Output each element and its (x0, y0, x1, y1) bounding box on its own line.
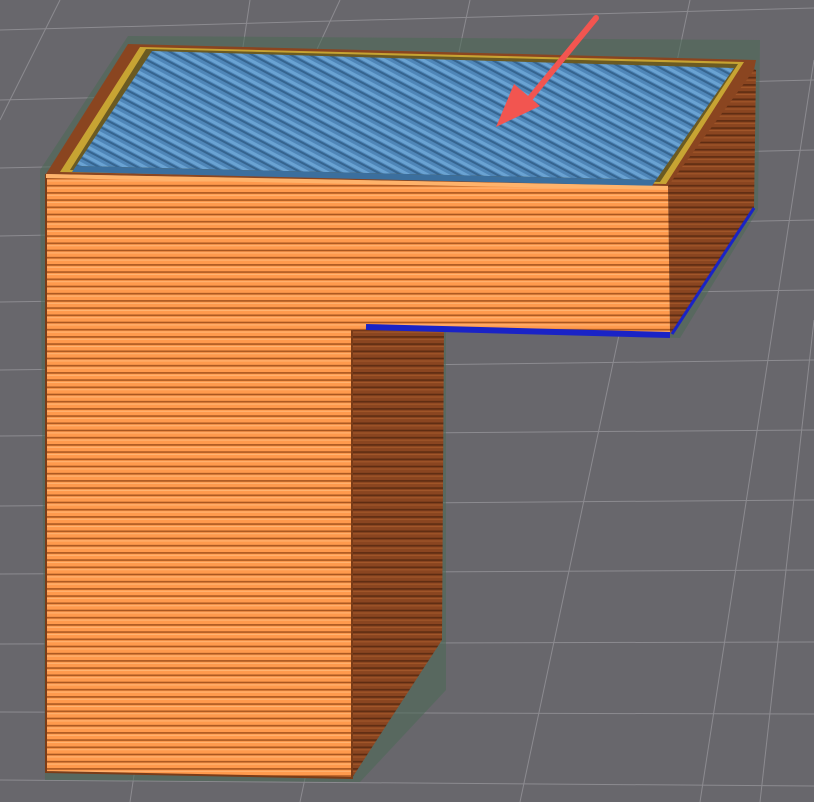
top-skin (76, 51, 734, 180)
grid-line (759, 319, 814, 802)
grid-line (0, 7, 814, 31)
3d-viewport[interactable] (0, 0, 814, 802)
grid-line (0, 779, 814, 787)
viewport-canvas[interactable] (0, 0, 814, 802)
l-shaped-part (45, 44, 756, 780)
grid-line (0, 0, 61, 121)
